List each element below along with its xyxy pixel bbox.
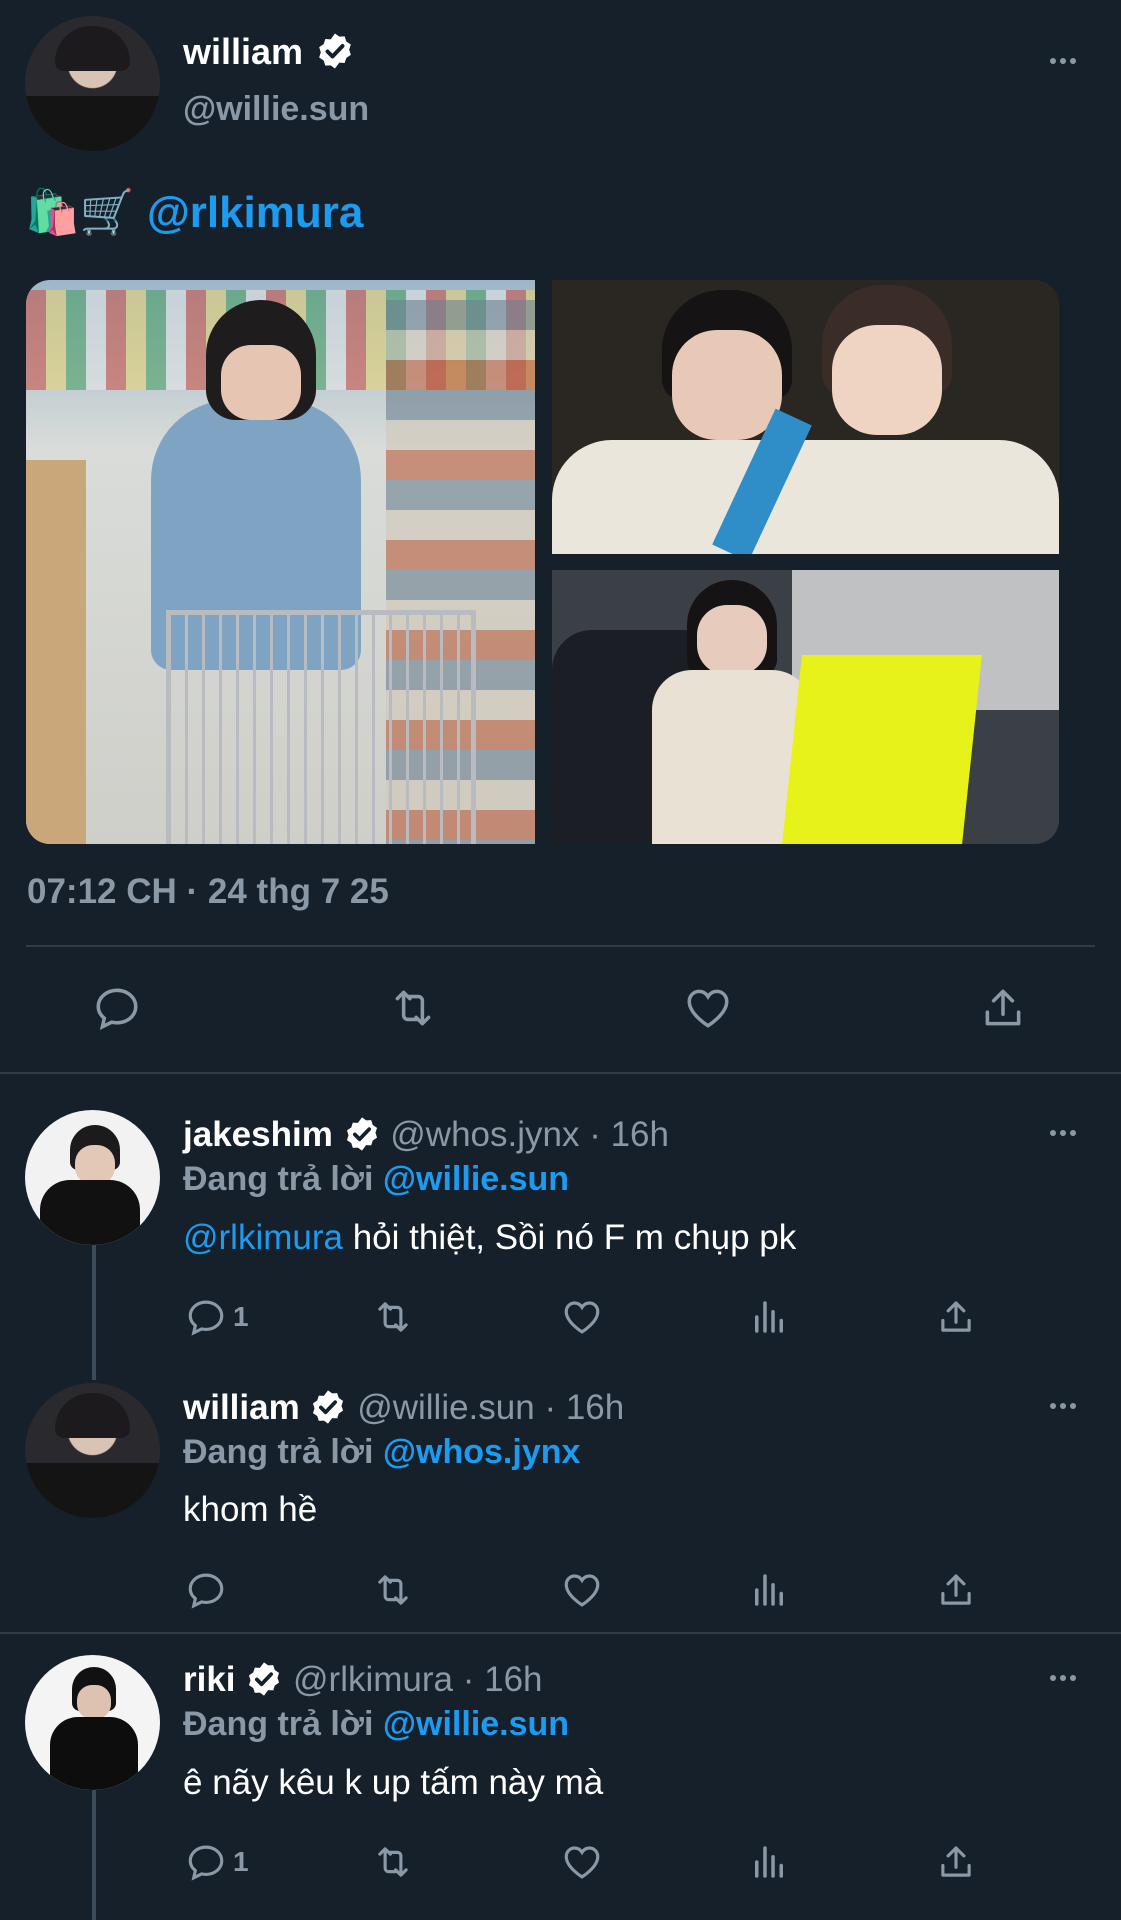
reply-mention-link[interactable]: @rlkimura <box>183 1218 343 1257</box>
reply-text: hỏi thiệt, Sồi nó F m chụp pk <box>342 1218 797 1257</box>
share-button[interactable] <box>935 1841 977 1883</box>
replying-to-label: Đang trả lời <box>183 1433 374 1471</box>
tweet-photo-3[interactable] <box>552 570 1059 844</box>
tweet-emojis: 🛍️🛒 <box>25 188 135 237</box>
section-divider <box>0 1072 1121 1074</box>
section-divider <box>0 1632 1121 1634</box>
replying-to-link[interactable]: @willie.sun <box>383 1705 569 1743</box>
reply-count: 1 <box>233 1301 249 1332</box>
reply-icon <box>188 1300 224 1336</box>
verified-badge-icon <box>319 33 351 69</box>
reply-avatar[interactable] <box>25 1383 160 1518</box>
heart-icon <box>564 1846 600 1879</box>
reply-button[interactable]: 1 <box>185 1296 249 1338</box>
share-button[interactable] <box>935 1569 977 1611</box>
retweet-icon <box>378 1575 408 1605</box>
like-button[interactable] <box>560 1841 604 1883</box>
share-icon <box>941 1574 971 1605</box>
verified-badge-icon <box>346 1117 377 1151</box>
tweet-photo-1[interactable] <box>26 280 535 844</box>
share-icon <box>941 1301 971 1332</box>
share-icon <box>985 989 1021 1026</box>
thread-line <box>92 1790 96 1920</box>
tweet-photo-2[interactable] <box>552 280 1059 554</box>
reply-button[interactable]: 1 <box>185 1841 249 1883</box>
like-button[interactable] <box>560 1296 604 1338</box>
author-avatar[interactable] <box>25 16 160 151</box>
tweet-timestamp: 07:12 CH · 24 thg 7 25 <box>27 872 389 911</box>
views-button[interactable] <box>748 1569 790 1611</box>
verified-badge-icon <box>249 1662 280 1696</box>
share-button[interactable] <box>978 983 1028 1033</box>
reply-handle-time[interactable]: @rlkimura · 16h <box>293 1660 542 1699</box>
more-options-icon[interactable] <box>1050 1403 1076 1409</box>
reply-button[interactable] <box>185 1569 233 1611</box>
replying-to-label: Đang trả lời <box>183 1705 374 1743</box>
views-button[interactable] <box>748 1296 790 1338</box>
reply-display-name[interactable]: riki <box>183 1660 236 1699</box>
bar-chart-icon <box>755 1574 783 1606</box>
reply-display-name[interactable]: jakeshim <box>183 1115 333 1154</box>
retweet-icon <box>378 1302 408 1332</box>
like-button[interactable] <box>560 1569 604 1611</box>
retweet-button[interactable] <box>385 983 441 1033</box>
thread-line <box>92 1245 96 1380</box>
reply-handle-time[interactable]: @whos.jynx · 16h <box>390 1115 669 1154</box>
reply-count: 1 <box>233 1846 249 1877</box>
retweet-button[interactable] <box>370 1841 416 1883</box>
reply-icon <box>188 1573 224 1609</box>
retweet-icon <box>395 990 431 1026</box>
reply-handle-time[interactable]: @willie.sun · 16h <box>357 1388 624 1427</box>
reply-text: khom hề <box>183 1490 318 1529</box>
reply-avatar[interactable] <box>25 1655 160 1790</box>
replying-to-label: Đang trả lời <box>183 1160 374 1198</box>
reply-button[interactable] <box>92 983 142 1033</box>
author-display-name[interactable]: william <box>183 31 303 72</box>
more-options-icon[interactable] <box>1050 58 1076 64</box>
retweet-icon <box>378 1847 408 1877</box>
author-handle[interactable]: @willie.sun <box>183 90 369 129</box>
replying-to-link[interactable]: @whos.jynx <box>383 1433 581 1471</box>
retweet-button[interactable] <box>370 1569 416 1611</box>
heart-icon <box>687 989 729 1028</box>
reply-text: ê nãy kêu k up tấm này mà <box>183 1763 604 1802</box>
views-button[interactable] <box>748 1841 790 1883</box>
share-icon <box>941 1846 971 1877</box>
heart-icon <box>564 1574 600 1607</box>
replying-to-link[interactable]: @willie.sun <box>383 1160 569 1198</box>
retweet-button[interactable] <box>370 1296 416 1338</box>
bar-chart-icon <box>755 1846 783 1878</box>
reply-display-name[interactable]: william <box>183 1388 300 1427</box>
more-options-icon[interactable] <box>1050 1675 1076 1681</box>
reply-icon <box>188 1845 224 1881</box>
tweet-mention-link[interactable]: @rlkimura <box>147 188 364 237</box>
reply-icon <box>96 988 138 1030</box>
divider <box>26 945 1095 947</box>
verified-badge-icon <box>313 1390 344 1424</box>
reply-avatar[interactable] <box>25 1110 160 1245</box>
bar-chart-icon <box>755 1301 783 1333</box>
share-button[interactable] <box>935 1296 977 1338</box>
more-options-icon[interactable] <box>1050 1130 1076 1136</box>
heart-icon <box>564 1301 600 1334</box>
like-button[interactable] <box>682 983 734 1033</box>
